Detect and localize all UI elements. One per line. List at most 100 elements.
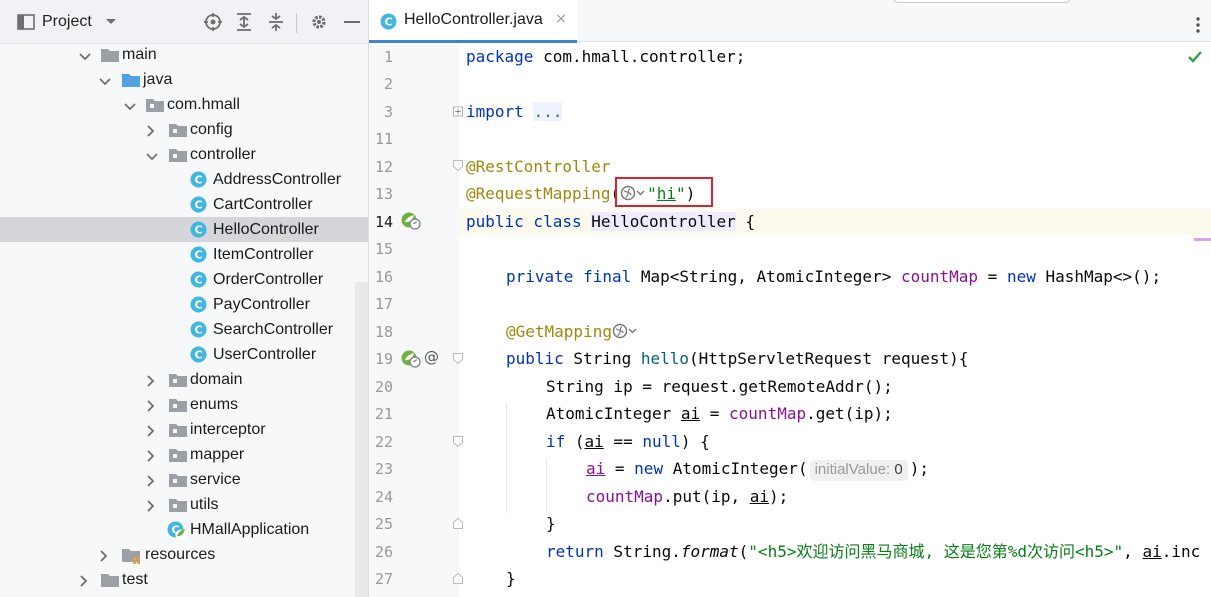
line-number: 13 (374, 185, 393, 203)
tree-item-usercontroller[interactable]: C UserController (0, 342, 368, 367)
indent-guide (546, 458, 547, 513)
package-icon (168, 372, 188, 393)
fold-icon[interactable] (453, 160, 463, 171)
line-number: 11 (374, 130, 393, 148)
tree-item-com-hmall[interactable]: com.hmall (0, 92, 368, 117)
package-icon (145, 97, 165, 118)
line-number: 14 (374, 213, 393, 231)
hide-icon[interactable] (342, 12, 362, 32)
tree-item-interceptor[interactable]: interceptor (0, 417, 368, 442)
chevron-right-icon[interactable] (146, 449, 156, 467)
inspection-ok-icon[interactable] (1187, 50, 1203, 64)
tree-item-controller[interactable]: controller (0, 142, 368, 167)
folded-imports[interactable]: ... (533, 102, 563, 121)
tree-item-label: domain (190, 371, 243, 388)
tree-item-config[interactable]: config (0, 117, 368, 142)
tree-item-searchcontroller[interactable]: C SearchController (0, 317, 368, 342)
tree-item-cartcontroller[interactable]: C CartController (0, 192, 368, 217)
tree-item-label: CartController (213, 196, 313, 213)
chevron-down-icon[interactable] (99, 74, 111, 92)
tree-item-label: OrderController (213, 271, 324, 288)
chevron-right-icon[interactable] (146, 399, 156, 417)
more-options-icon[interactable] (1192, 16, 1204, 34)
chevron-right-icon[interactable] (146, 424, 156, 442)
java-class-icon: C (380, 13, 397, 30)
java-class-icon: C (190, 321, 207, 343)
java-class-icon: C (190, 296, 207, 318)
chevron-down-icon[interactable] (79, 49, 91, 67)
line-number: 24 (374, 488, 393, 506)
java-class-icon: C (190, 196, 207, 218)
tree-item-paycontroller[interactable]: C PayController (0, 292, 368, 317)
editor-tab-bar: C HelloController.java × (369, 0, 1211, 43)
search-field[interactable] (893, 0, 1071, 3)
line-number: 2 (383, 75, 393, 93)
package-icon (168, 497, 188, 518)
globe-icon[interactable] (612, 323, 639, 339)
tree-item-label: utils (190, 496, 219, 513)
tree-item-hellocontroller[interactable]: C HelloController (0, 217, 368, 242)
tree-item-label: AddressController (213, 171, 342, 188)
chevron-right-icon[interactable] (146, 499, 156, 517)
fold-icon[interactable] (453, 436, 463, 447)
select-opened-file-icon[interactable] (203, 12, 223, 32)
tree-item-hmallapplication[interactable]: C HMallApplication (0, 517, 368, 542)
settings-icon[interactable] (309, 12, 329, 32)
line-number: 15 (374, 240, 393, 258)
tree-item-label: resources (145, 546, 216, 563)
code-line-1: package com.hmall.controller; (466, 47, 746, 66)
tree-item-mapper[interactable]: mapper (0, 442, 368, 467)
tab-hellocontroller[interactable]: C HelloController.java × (369, 0, 577, 43)
fold-icon[interactable] (453, 573, 463, 584)
gutter (369, 43, 459, 597)
tree-item-service[interactable]: service (0, 467, 368, 492)
collapse-all-icon[interactable] (266, 12, 286, 32)
tree-item-utils[interactable]: utils (0, 492, 368, 517)
svg-text:C: C (194, 199, 202, 212)
expand-all-icon[interactable] (234, 12, 254, 32)
highlight-box (615, 177, 713, 207)
project-view-selector[interactable]: Project (17, 12, 117, 32)
line-number: 21 (374, 405, 393, 423)
editor-area: C HelloController.java × (369, 0, 1211, 597)
tree-item-java[interactable]: java (0, 67, 368, 92)
chevron-down-icon[interactable] (124, 99, 136, 117)
code-line-25: } (546, 514, 556, 533)
tree-item-label: test (122, 571, 148, 588)
tree-item-label: com.hmall (167, 96, 240, 113)
tree-item-domain[interactable]: domain (0, 367, 368, 392)
chevron-right-icon[interactable] (146, 374, 156, 392)
tree-item-test[interactable]: test (0, 567, 368, 592)
tree-item-addresscontroller[interactable]: C AddressController (0, 167, 368, 192)
chevron-right-icon[interactable] (146, 474, 156, 492)
spring-bean-icon[interactable] (400, 349, 422, 369)
tree-item-enums[interactable]: enums (0, 392, 368, 417)
tree-item-label: enums (190, 396, 239, 413)
tree-item-resources[interactable]: resources (0, 542, 368, 567)
tree-item-main[interactable]: main (0, 42, 368, 67)
chevron-down-icon[interactable] (146, 149, 158, 167)
indent-guide (506, 403, 507, 513)
tree-item-label: HMallApplication (190, 521, 310, 538)
spring-bean-icon[interactable] (400, 211, 422, 231)
close-icon[interactable]: × (555, 11, 567, 27)
tree-item-label: main (122, 46, 157, 63)
code-area[interactable] (459, 43, 1211, 597)
java-class-icon: C (190, 171, 207, 193)
chevron-right-icon[interactable] (79, 574, 89, 592)
fold-icon[interactable] (453, 518, 463, 529)
chevron-right-icon[interactable] (146, 124, 156, 142)
line-number: 23 (374, 460, 393, 478)
fold-icon[interactable] (453, 353, 463, 364)
tree-item-label: UserController (213, 346, 317, 363)
annotation-marker-icon[interactable]: @ (424, 348, 439, 366)
tree-item-label: HelloController (213, 221, 319, 238)
tree-item-itemcontroller[interactable]: C ItemController (0, 242, 368, 267)
line-number: 16 (374, 268, 393, 286)
code-line-3: import ... (466, 102, 563, 121)
svg-text:C: C (194, 224, 202, 237)
fold-expand-icon[interactable] (453, 106, 463, 117)
chevron-right-icon[interactable] (99, 549, 109, 567)
svg-text:C: C (194, 274, 202, 287)
tree-item-ordercontroller[interactable]: C OrderController (0, 267, 368, 292)
